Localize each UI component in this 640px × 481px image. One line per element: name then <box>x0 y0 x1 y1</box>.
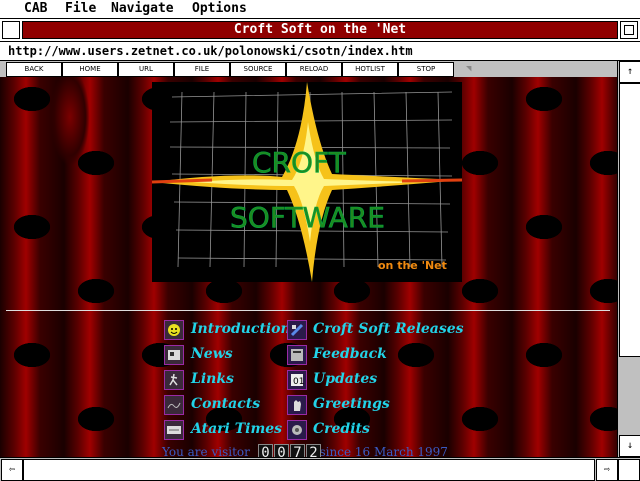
window-title: Croft Soft on the 'Net <box>22 21 618 39</box>
news-icon[interactable] <box>164 345 184 365</box>
logo-graphic: CROFT SOFTWARE on the 'Net <box>151 82 463 282</box>
horizontal-scrollbar[interactable]: ⇦ ⇨ <box>0 457 640 481</box>
link-news[interactable]: News <box>191 346 233 362</box>
link-feedback[interactable]: Feedback <box>313 346 387 362</box>
svg-text:01: 01 <box>293 377 304 387</box>
toolbar: BACK HOME URL FILE SOURCE RELOAD HOTLIST… <box>0 61 617 77</box>
file-button[interactable]: FILE <box>174 62 230 77</box>
url-text[interactable]: http://www.users.zetnet.co.uk/polonowski… <box>8 42 413 60</box>
counter-digit: 0 <box>258 444 273 457</box>
window-title-bar[interactable]: Croft Soft on the 'Net <box>0 19 640 42</box>
fuller-box[interactable] <box>620 21 638 39</box>
greetings-icon[interactable] <box>287 395 307 415</box>
atari-times-icon[interactable] <box>164 420 184 440</box>
vertical-scroll-thumb[interactable] <box>619 83 640 357</box>
link-links[interactable]: Links <box>191 371 234 387</box>
counter-digit: 2 <box>306 444 321 457</box>
menu-bar: CAB File Navigate Options <box>0 0 640 19</box>
toolbar-resize-icon[interactable]: ◥ <box>466 64 471 74</box>
scroll-down-arrow-icon[interactable]: ↓ <box>619 435 640 457</box>
visitor-prefix: You are visitor <box>162 445 250 457</box>
link-greetings[interactable]: Greetings <box>313 396 390 412</box>
url-bar[interactable]: http://www.users.zetnet.co.uk/polonowski… <box>0 42 640 61</box>
menu-cab[interactable]: CAB <box>24 1 47 16</box>
link-atari-times[interactable]: Atari Times <box>191 421 282 437</box>
resize-corner[interactable] <box>618 459 640 481</box>
close-box[interactable] <box>2 21 20 39</box>
url-button[interactable]: URL <box>118 62 174 77</box>
counter-digit: 0 <box>274 444 289 457</box>
horizontal-scroll-thumb[interactable] <box>23 459 595 481</box>
menu-navigate[interactable]: Navigate <box>111 1 174 16</box>
contacts-icon[interactable] <box>164 395 184 415</box>
menu-options[interactable]: Options <box>192 1 247 16</box>
link-croft-soft-releases[interactable]: Croft Soft Releases <box>313 321 464 337</box>
menu-file[interactable]: File <box>65 1 96 16</box>
stop-button[interactable]: STOP <box>398 62 454 77</box>
source-button[interactable]: SOURCE <box>230 62 286 77</box>
feedback-icon[interactable] <box>287 345 307 365</box>
vertical-scrollbar[interactable]: ↑ ↓ <box>617 61 640 457</box>
link-credits[interactable]: Credits <box>313 421 370 437</box>
hotlist-button[interactable]: HOTLIST <box>342 62 398 77</box>
page-content: CROFT SOFTWARE on the 'Net Introduction … <box>0 77 617 457</box>
reload-button[interactable]: RELOAD <box>286 62 342 77</box>
back-button[interactable]: BACK <box>6 62 62 77</box>
credits-icon[interactable] <box>287 420 307 440</box>
horizontal-rule <box>6 310 610 311</box>
logo-tagline: on the 'Net <box>378 259 447 272</box>
scroll-up-arrow-icon[interactable]: ↑ <box>619 61 640 83</box>
logo-text-software: SOFTWARE <box>230 201 385 234</box>
logo-text-croft: CROFT <box>252 146 347 179</box>
link-contacts[interactable]: Contacts <box>191 396 260 412</box>
scroll-right-arrow-icon[interactable]: ⇨ <box>596 459 618 481</box>
home-button[interactable]: HOME <box>62 62 118 77</box>
runner-icon[interactable] <box>164 370 184 390</box>
visitor-counter: 0072 <box>258 442 322 457</box>
link-introduction[interactable]: Introduction <box>191 321 291 337</box>
link-updates[interactable]: Updates <box>313 371 377 387</box>
croft-soft-releases-icon[interactable] <box>287 320 307 340</box>
scroll-left-arrow-icon[interactable]: ⇦ <box>1 459 23 481</box>
counter-digit: 7 <box>290 444 305 457</box>
smiley-icon[interactable] <box>164 320 184 340</box>
visitor-suffix: since 16 March 1997 <box>319 445 448 457</box>
croft-software-logo: CROFT SOFTWARE on the 'Net <box>151 82 463 282</box>
updates-icon[interactable]: 01 <box>287 370 307 390</box>
